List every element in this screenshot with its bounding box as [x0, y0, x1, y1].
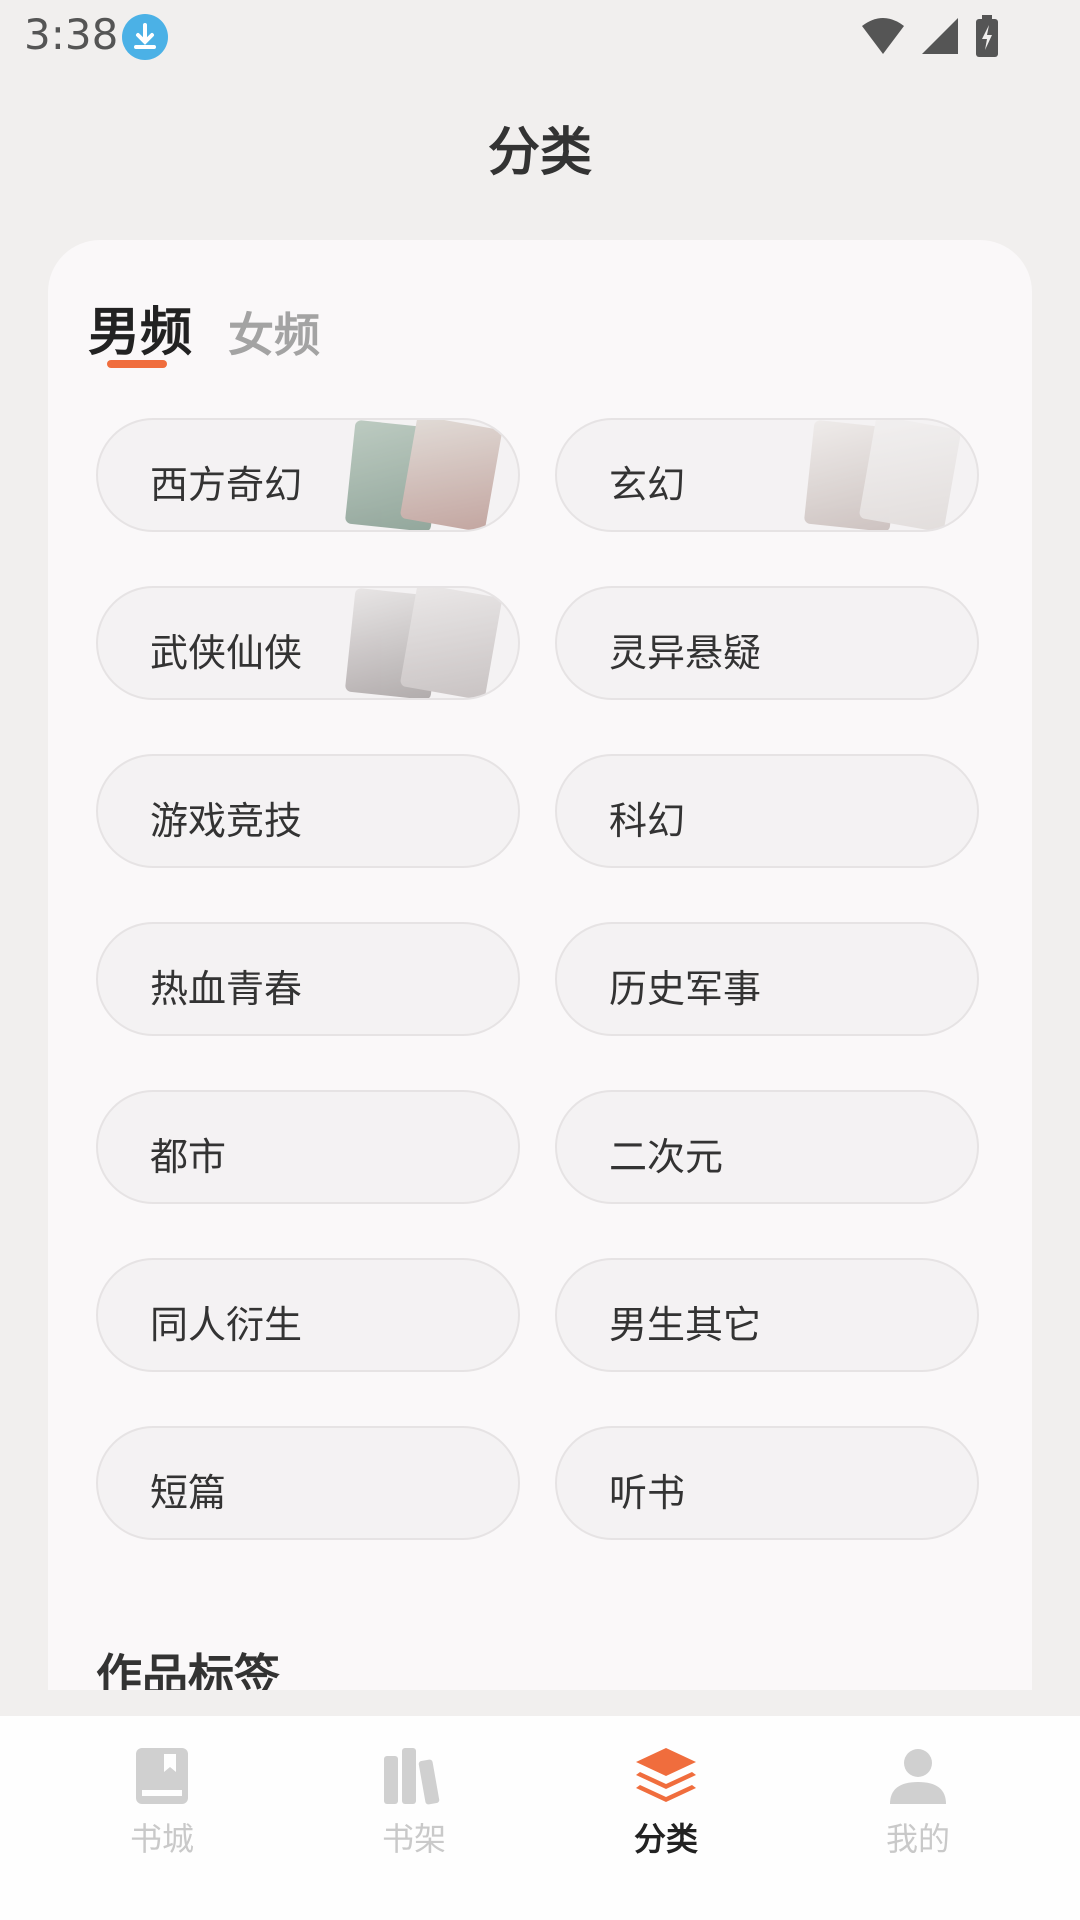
category-card: 男频 女频 西方奇幻 玄幻 武侠仙侠 灵异悬疑 游戏竞技 科幻 热血青春 历史军…: [48, 240, 1032, 1690]
category-chip-history[interactable]: 历史军事: [555, 922, 979, 1036]
category-label: 热血青春: [150, 967, 303, 1011]
nav-label: 分类: [633, 1820, 698, 1858]
signal-icon: [922, 18, 958, 54]
category-chip-wuxia[interactable]: 武侠仙侠: [96, 586, 520, 700]
page-title: 分类: [487, 123, 592, 183]
category-chip-western-fantasy[interactable]: 西方奇幻: [96, 418, 520, 532]
category-chip-urban[interactable]: 都市: [96, 1090, 520, 1204]
tab-male[interactable]: 男频: [88, 290, 192, 365]
book-cover-images: [803, 420, 962, 530]
tab-female[interactable]: 女频: [228, 299, 320, 365]
category-chip-short[interactable]: 短篇: [96, 1426, 520, 1540]
category-label: 历史军事: [609, 967, 762, 1011]
user-icon: [890, 1749, 946, 1804]
status-bar: 3:38: [0, 0, 1080, 72]
wifi-icon: [862, 18, 904, 54]
nav-item-profile[interactable]: 我的: [818, 1746, 1018, 1860]
category-chip-anime[interactable]: 二次元: [555, 1090, 979, 1204]
layers-icon: [636, 1748, 696, 1802]
active-tab-indicator: [107, 360, 167, 368]
battery-icon: [976, 15, 998, 57]
category-label: 同人衍生: [150, 1303, 303, 1347]
category-label: 西方奇幻: [150, 463, 303, 507]
nav-label: 书架: [381, 1820, 446, 1858]
book-icon: [136, 1748, 188, 1804]
bookshelf-icon: [384, 1748, 440, 1805]
category-label: 游戏竞技: [150, 799, 303, 843]
category-chip-gaming[interactable]: 游戏竞技: [96, 754, 520, 868]
category-label: 玄幻: [609, 463, 686, 507]
nav-item-category[interactable]: 分类: [566, 1746, 766, 1860]
category-label: 听书: [609, 1471, 686, 1515]
status-time: 3:38: [24, 10, 119, 59]
category-label: 都市: [150, 1135, 227, 1179]
download-icon: [122, 14, 168, 60]
category-chip-youth[interactable]: 热血青春: [96, 922, 520, 1036]
section-heading-tags: 作品标签: [96, 1649, 280, 1690]
category-chip-male-other[interactable]: 男生其它: [555, 1258, 979, 1372]
book-cover-images: [344, 588, 503, 698]
nav-label: 我的: [885, 1820, 950, 1858]
category-label: 男生其它: [609, 1303, 762, 1347]
category-label: 短篇: [150, 1471, 227, 1515]
category-chip-scifi[interactable]: 科幻: [555, 754, 979, 868]
system-icons: [860, 12, 1000, 60]
nav-item-bookshelf[interactable]: 书架: [314, 1746, 514, 1860]
category-label: 科幻: [609, 799, 686, 843]
nav-label: 书城: [129, 1820, 194, 1858]
category-chip-audiobook[interactable]: 听书: [555, 1426, 979, 1540]
category-label: 灵异悬疑: [609, 631, 762, 675]
bottom-nav: 书城 书架 分类 我的: [0, 1716, 1080, 1920]
category-label: 武侠仙侠: [150, 631, 303, 675]
book-cover-images: [344, 420, 503, 530]
category-label: 二次元: [609, 1135, 724, 1179]
gender-tabs: 男频 女频: [88, 290, 356, 365]
category-chip-xuanhuan[interactable]: 玄幻: [555, 418, 979, 532]
category-chip-fanfic[interactable]: 同人衍生: [96, 1258, 520, 1372]
category-chip-supernatural[interactable]: 灵异悬疑: [555, 586, 979, 700]
nav-item-bookstore[interactable]: 书城: [62, 1746, 262, 1860]
